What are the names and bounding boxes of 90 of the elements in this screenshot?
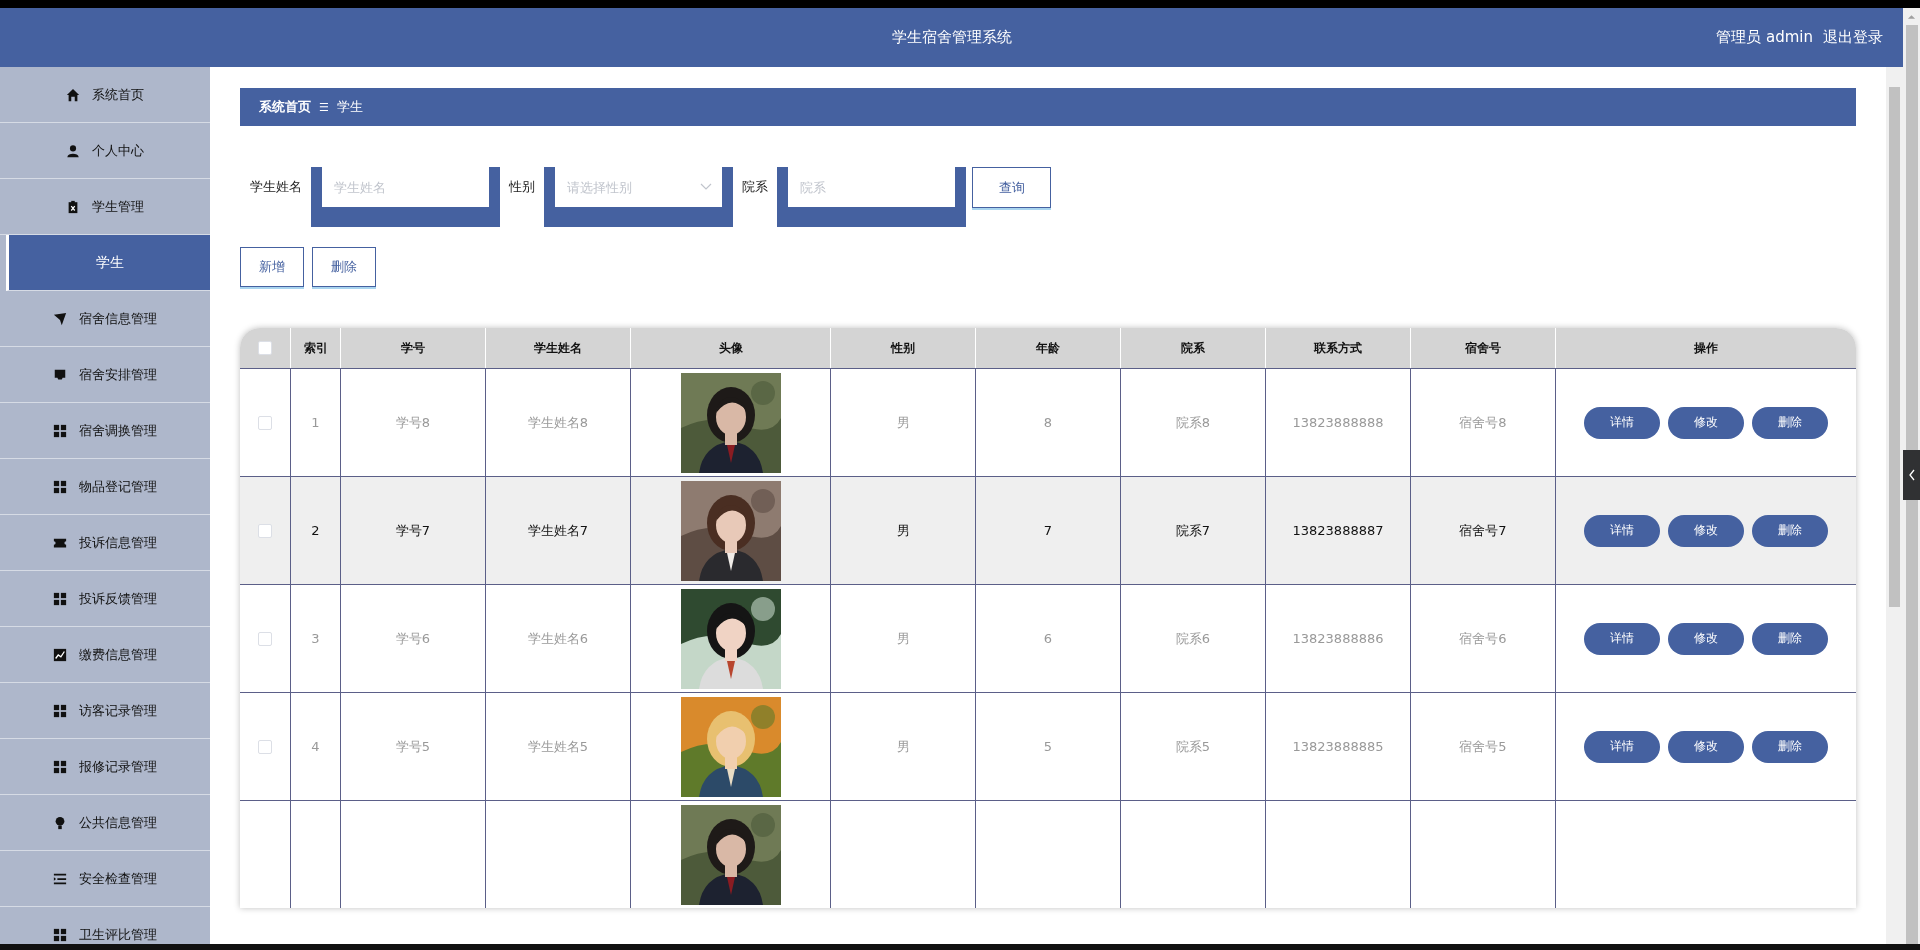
table-cell: 学生姓名6 [527,629,589,648]
table-cell: 学号5 [395,737,431,756]
sidebar-item[interactable]: 个人中心 [0,123,210,179]
table-cell: 8 [1043,415,1053,430]
row-action-button[interactable]: 删除 [1752,514,1828,547]
table-cell: 学生姓名8 [527,413,589,432]
row-action-button[interactable]: 修改 [1668,730,1744,763]
select-field[interactable]: 请选择性别 [565,178,700,196]
row-action-button[interactable]: 详情 [1584,514,1660,547]
row-action-button[interactable]: 删除 [1752,730,1828,763]
sidebar-item[interactable]: 缴费信息管理 [0,627,210,683]
sidebar-item[interactable]: 宿舍信息管理 [0,291,210,347]
table-row[interactable]: 2 学号7 学生姓名7 男 7 院系7 13823888887 宿舍号7 详情 修改 删除 [240,476,1856,584]
table-cell: 5 [1043,739,1053,754]
sidebar-item[interactable]: 宿舍调换管理 [0,403,210,459]
action-button[interactable]: 删除 [312,247,376,287]
row-action-button[interactable]: 修改 [1668,622,1744,655]
table-cell: 宿舍号5 [1459,737,1507,756]
column-header: 操作 [1694,339,1718,357]
table-cell: 2 [311,523,320,538]
table-row[interactable]: 4 学号5 学生姓名5 男 5 院系5 13823888885 宿舍号5 详情 修改 删除 [240,692,1856,800]
table-cell: 院系8 [1175,413,1211,432]
sidebar-item[interactable]: 系统首页 [0,67,210,123]
table-cell: 宿舍号6 [1459,629,1507,648]
column-header: 索引 [303,339,328,357]
breadcrumb-link[interactable]: 学生 [336,98,363,116]
row-action-button[interactable]: 详情 [1584,622,1660,655]
table-cell: 学生姓名5 [527,737,589,756]
app-title: 学生宿舍管理系统 [891,28,1012,47]
column-header: 学生姓名 [534,339,582,357]
breadcrumb-separator: ☰ [319,100,329,114]
sidebar-item[interactable]: 投诉信息管理 [0,515,210,571]
input-field[interactable]: 院系 [788,167,955,207]
table-cell: 6 [1043,631,1053,646]
table-cell: 4 [311,739,320,754]
sidebar-item[interactable]: 宿舍安排管理 [0,347,210,403]
table-row[interactable]: 1 学号8 学生姓名8 男 8 院系8 13823888888 宿舍号8 详情 修改 删除 [240,368,1856,476]
table-cell: 男 [896,629,910,648]
sidebar-item[interactable]: 物品登记管理 [0,459,210,515]
table-cell: 男 [896,521,910,540]
table-cell: 3 [311,631,320,646]
breadcrumb-link[interactable]: 系统首页 [259,98,311,116]
row-action-button[interactable]: 修改 [1668,514,1744,547]
action-button[interactable]: 新增 [240,247,304,287]
table-cell: 学号7 [395,521,431,540]
table-cell: 1 [311,415,320,430]
table-cell: 13823888887 [1292,523,1384,538]
table-cell: 宿舍号7 [1459,521,1507,540]
logout-link[interactable]: 退出登录 [1823,28,1883,47]
table-cell: 7 [1043,523,1053,538]
table-cell: 学生姓名7 [527,521,589,540]
field-label: 学生姓名 [250,178,302,196]
select-field[interactable]: 请选择性别 [555,167,722,207]
sidebar-item[interactable]: 投诉反馈管理 [0,571,210,627]
input-field[interactable]: 学生姓名 [332,178,479,196]
sidebar-item[interactable]: 安全检查管理 [0,851,210,907]
row-action-button[interactable]: 详情 [1584,406,1660,439]
table-cell: 学号8 [395,413,431,432]
user-label: 管理员 admin [1716,28,1813,47]
row-action-button[interactable]: 删除 [1752,406,1828,439]
row-action-button[interactable]: 删除 [1752,622,1828,655]
table-cell: 男 [896,413,910,432]
table-cell: 13823888885 [1292,739,1384,754]
input-field[interactable]: 学生姓名 [322,167,489,207]
column-header: 院系 [1181,339,1205,357]
row-action-button[interactable]: 详情 [1584,730,1660,763]
column-header: 宿舍号 [1465,339,1501,357]
column-header: 学号 [401,339,425,357]
query-button[interactable]: 查询 [972,167,1051,208]
field-label: 性别 [509,178,535,196]
sidebar-item[interactable]: 访客记录管理 [0,683,210,739]
table-cell: 13823888886 [1292,631,1384,646]
table-cell: 学号6 [395,629,431,648]
table-cell: 男 [896,737,910,756]
column-header: 年龄 [1036,339,1060,357]
sidebar-item[interactable]: 公共信息管理 [0,795,210,851]
sidebar-item[interactable]: 报修记录管理 [0,739,210,795]
sidebar-item[interactable]: 学生 [6,235,210,291]
table-cell: 13823888888 [1292,415,1384,430]
row-action-button[interactable]: 修改 [1668,406,1744,439]
field-label: 院系 [742,178,768,196]
table-cell: 院系6 [1175,629,1211,648]
column-header: 头像 [718,339,743,357]
table-cell: 院系5 [1175,737,1211,756]
table-cell: 宿舍号8 [1459,413,1507,432]
table-row[interactable]: 3 学号6 学生姓名6 男 6 院系6 13823888886 宿舍号6 详情 修改 删除 [240,584,1856,692]
column-header: 性别 [891,339,915,357]
table-cell: 院系7 [1175,521,1211,540]
input-field[interactable]: 院系 [798,178,945,196]
column-header: 联系方式 [1314,339,1362,357]
